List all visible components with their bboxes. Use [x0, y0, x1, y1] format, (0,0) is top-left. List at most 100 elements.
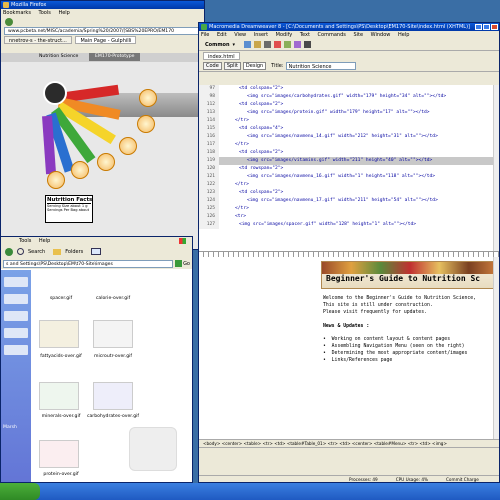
dreamweaver-window[interactable]: Macromedia Dreamweaver 8 - [C:\Documents… [198, 22, 500, 483]
task-pane-item-4[interactable] [4, 328, 28, 338]
search-icon[interactable] [17, 248, 24, 255]
code-line[interactable]: 114 </tr> [199, 117, 499, 125]
split-view-button[interactable]: Split [223, 62, 241, 70]
menu-modify[interactable]: Modify [276, 32, 293, 38]
code-line[interactable]: 117 </tr> [199, 141, 499, 149]
url-text[interactable]: www.pcbeta.net/MISC/academia/Spring%20/2… [8, 29, 174, 34]
url-bar[interactable]: www.pcbeta.net/MISC/academia/Spring%20/2… [4, 27, 201, 35]
insert-email-icon[interactable] [254, 41, 262, 48]
address-text[interactable]: s and Settings\PS\Desktop\EM\t70-Site\im… [6, 262, 113, 267]
code-line[interactable]: 124 <img src="images/navmenu_17.gif" widt… [199, 197, 499, 205]
code-line[interactable]: 122 </tr> [199, 181, 499, 189]
folders-button[interactable]: Folders [65, 249, 83, 255]
file-thumb-fattyacids[interactable] [39, 320, 79, 348]
menu-tools[interactable]: Tools [39, 10, 51, 16]
browser-titlebar[interactable]: Mozilla Firefox [1, 1, 204, 9]
dreamweaver-titlebar[interactable]: Macromedia Dreamweaver 8 - [C:\Documents… [199, 23, 499, 31]
food-icon-2[interactable] [137, 115, 155, 133]
code-scrollbar[interactable] [493, 85, 499, 251]
title-input[interactable]: Nutrition Science [285, 62, 356, 70]
tag-selector[interactable]: <body> <center> <table> <tr> <td> <table… [199, 439, 499, 447]
explorer-menu-help[interactable]: Help [39, 238, 50, 244]
insert-layer-icon[interactable] [284, 41, 292, 48]
back-icon[interactable] [5, 18, 13, 26]
design-view-button[interactable]: Design [242, 62, 267, 70]
code-line[interactable]: 118 <td colspan="2"> [199, 149, 499, 157]
menu-edit[interactable]: Edit [217, 32, 227, 38]
file-label-protein[interactable]: protein-over.gif [31, 472, 91, 477]
file-label-micronutr[interactable]: microutr-over.gif [83, 354, 143, 359]
code-line[interactable]: 121 <img src="images/navmenu_16.gif" widt… [199, 173, 499, 181]
code-line[interactable]: 126 <tr> [199, 213, 499, 221]
browser-tab-1[interactable]: nnetrov-s - the-struct... [4, 36, 72, 44]
views-icon[interactable] [91, 248, 102, 255]
food-icon-3[interactable] [119, 137, 137, 155]
file-thumb-spacer[interactable] [39, 270, 79, 298]
page-tab-prototype[interactable]: EM170-Prototype [89, 53, 141, 61]
code-line[interactable]: 113 <img src="images/protein.gif" width="… [199, 109, 499, 117]
minimize-button[interactable] [475, 24, 482, 30]
code-line[interactable]: 97 <td colspan="2"> [199, 85, 499, 93]
browser-tab-2[interactable]: Main Page - Gulphilli [75, 36, 137, 44]
file-thumb-minerals[interactable] [39, 382, 79, 410]
code-line[interactable]: 120 <td rowspan="2"> [199, 165, 499, 173]
file-thumb-protein[interactable] [39, 440, 79, 468]
insert-link-icon[interactable] [244, 41, 252, 48]
close-button[interactable] [491, 24, 498, 30]
insert-anchor-icon[interactable] [264, 41, 272, 48]
maximize-button[interactable] [483, 24, 490, 30]
menu-text[interactable]: Text [300, 32, 310, 38]
explorer-menu-tools[interactable]: Tools [19, 238, 31, 244]
dropdown-arrow-icon[interactable]: ▾ [233, 42, 236, 48]
file-label-carbohydrates[interactable]: carbohydrates-over.gif [83, 414, 143, 419]
up-arrow-icon[interactable] [5, 247, 13, 256]
task-pane-item-3[interactable] [4, 311, 28, 321]
file-label-calorie[interactable]: calorie-over.gif [83, 296, 143, 301]
file-label-fattyacids[interactable]: fattyacids-over.gif [31, 354, 91, 359]
file-thumb-carbohydrates[interactable] [93, 382, 133, 410]
code-line[interactable]: 112 <td colspan="2"> [199, 101, 499, 109]
task-pane-item-1[interactable] [4, 277, 28, 287]
insert-table-icon[interactable] [274, 41, 282, 48]
menu-site[interactable]: Site [353, 32, 363, 38]
menu-view[interactable]: View [234, 32, 246, 38]
file-label-spacer[interactable]: spacer.gif [31, 296, 91, 301]
menu-insert[interactable]: Insert [254, 32, 268, 38]
food-icon-1[interactable] [139, 89, 157, 107]
design-pane[interactable]: Beginner's Guide to Nutrition Sc Welcome… [199, 257, 499, 439]
doc-tab-index[interactable]: index.html [203, 52, 240, 60]
menu-help[interactable]: Help [58, 10, 69, 16]
code-line[interactable]: 123 <td colspan="2"> [199, 189, 499, 197]
food-icon-4[interactable] [97, 153, 115, 171]
menu-bookmarks[interactable]: Bookmarks [3, 10, 31, 16]
insert-media-icon[interactable] [304, 41, 312, 48]
task-pane-item-5[interactable] [4, 345, 28, 355]
code-line[interactable]: 127 <img src="images/spacer.gif" width="1… [199, 221, 499, 229]
food-icon-5[interactable] [71, 161, 89, 179]
menu-commands[interactable]: Commands [318, 32, 346, 38]
menu-file[interactable]: File [201, 32, 209, 38]
code-line[interactable]: 115 <td colspan="4"> [199, 125, 499, 133]
menu-help-dw[interactable]: Help [398, 32, 409, 38]
code-line-selected[interactable]: 119 <img src="images/vitamins.gif" width=… [199, 157, 499, 165]
menu-window[interactable]: Window [371, 32, 391, 38]
insert-category[interactable]: Common [205, 42, 230, 48]
design-scrollbar[interactable] [493, 257, 499, 439]
address-field[interactable]: s and Settings\PS\Desktop\EM\t70-Site\im… [3, 259, 174, 268]
file-thumb-micronutr[interactable] [93, 320, 133, 348]
task-pane-marsh[interactable]: Marsh [3, 425, 29, 430]
go-button[interactable]: Go [183, 261, 190, 267]
search-button[interactable]: Search [28, 249, 45, 255]
code-line[interactable]: 98 <img src="images/carbohydrates.gif" wi… [199, 93, 499, 101]
code-line[interactable]: 125 </tr> [199, 205, 499, 213]
tag-selector-text[interactable]: <body> <center> <table> <tr> <td> <table… [203, 441, 447, 446]
task-pane-item-2[interactable] [4, 294, 28, 304]
code-line[interactable]: 116 <img src="images/navmenu_14.gif" widt… [199, 133, 499, 141]
home-icon[interactable] [43, 81, 67, 105]
browser-window[interactable]: Mozilla Firefox Bookmarks Tools Help www… [0, 0, 205, 250]
folders-icon[interactable] [53, 248, 62, 255]
explorer-window[interactable]: Tools Help Search Folders s and Settings… [0, 236, 193, 483]
file-label-minerals[interactable]: minerals-over.gif [31, 414, 91, 419]
file-thumb-calorie[interactable] [93, 270, 133, 298]
page-tab-nutrition[interactable]: Nutrition Science [39, 54, 78, 59]
